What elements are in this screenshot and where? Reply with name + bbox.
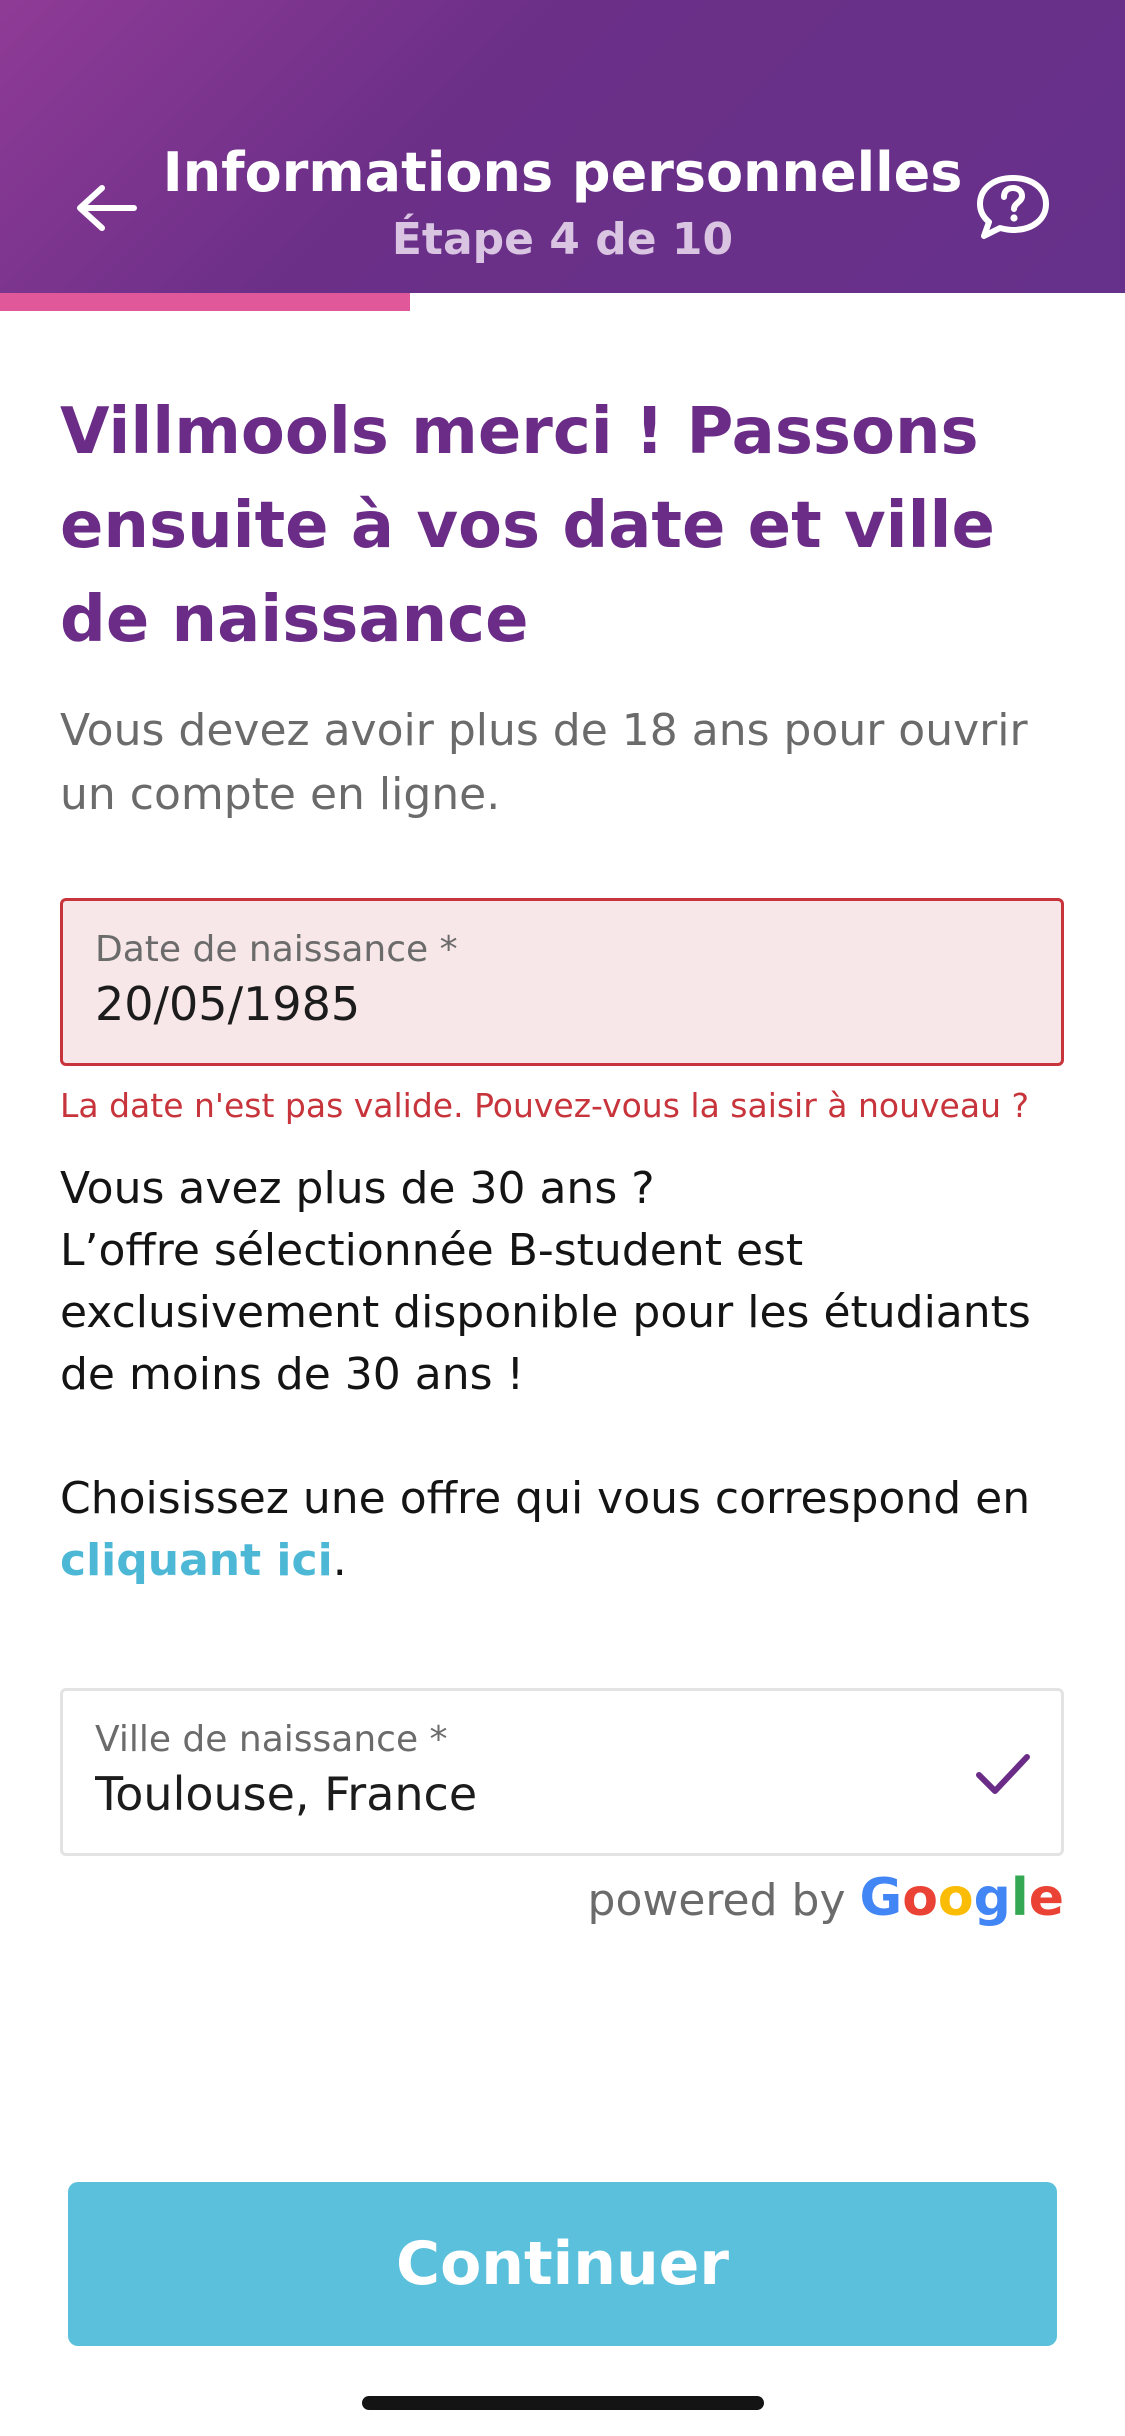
birth-date-input[interactable] xyxy=(95,973,955,1035)
age-info-block: Vous avez plus de 30 ans ? L’offre sélec… xyxy=(60,1158,1070,1592)
page-title: Villmools merci ! Passons ensuite à vos … xyxy=(60,395,995,657)
home-indicator xyxy=(362,2396,764,2410)
birth-date-error: La date n'est pas valide. Pouvez-vous la… xyxy=(60,1086,1029,1125)
help-button[interactable] xyxy=(968,162,1058,252)
back-button[interactable] xyxy=(62,165,148,251)
age-info-question: Vous avez plus de 30 ans ? xyxy=(60,1163,655,1214)
birth-date-field[interactable]: Date de naissance * xyxy=(60,898,1064,1066)
help-chat-icon xyxy=(977,175,1049,239)
main-content: Villmools merci ! Passons ensuite à vos … xyxy=(60,385,1065,827)
arrow-left-icon xyxy=(77,185,137,231)
screen: Informations personnelles Étape 4 de 10 … xyxy=(0,0,1125,2436)
header: Informations personnelles Étape 4 de 10 xyxy=(0,0,1125,311)
choose-offer-text: Choisissez une offre qui vous correspond… xyxy=(60,1468,1070,1592)
choose-offer-prefix: Choisissez une offre qui vous correspond… xyxy=(60,1473,1031,1524)
birth-date-label: Date de naissance * xyxy=(95,929,458,970)
choose-offer-link[interactable]: cliquant ici xyxy=(60,1535,333,1586)
progress-bar xyxy=(0,293,1125,311)
header-title: Informations personnelles xyxy=(162,141,963,204)
continue-button[interactable]: Continuer xyxy=(68,2182,1057,2346)
age-info-offer: L’offre sélectionnée B-student est exclu… xyxy=(60,1225,1031,1400)
birth-city-field[interactable]: Ville de naissance * xyxy=(60,1688,1064,1856)
google-logo: Google xyxy=(859,1868,1065,1928)
progress-fill xyxy=(0,293,410,311)
birth-city-input[interactable] xyxy=(95,1763,955,1825)
checkmark-icon xyxy=(976,1754,1030,1794)
age-requirement-text: Vous devez avoir plus de 18 ans pour ouv… xyxy=(60,705,1028,820)
powered-by-text: powered by xyxy=(587,1875,846,1926)
choose-offer-period: . xyxy=(332,1535,347,1586)
powered-by-google: powered by Google xyxy=(560,1866,1064,1933)
step-indicator: Étape 4 de 10 xyxy=(391,214,734,265)
birth-city-label: Ville de naissance * xyxy=(95,1719,448,1760)
